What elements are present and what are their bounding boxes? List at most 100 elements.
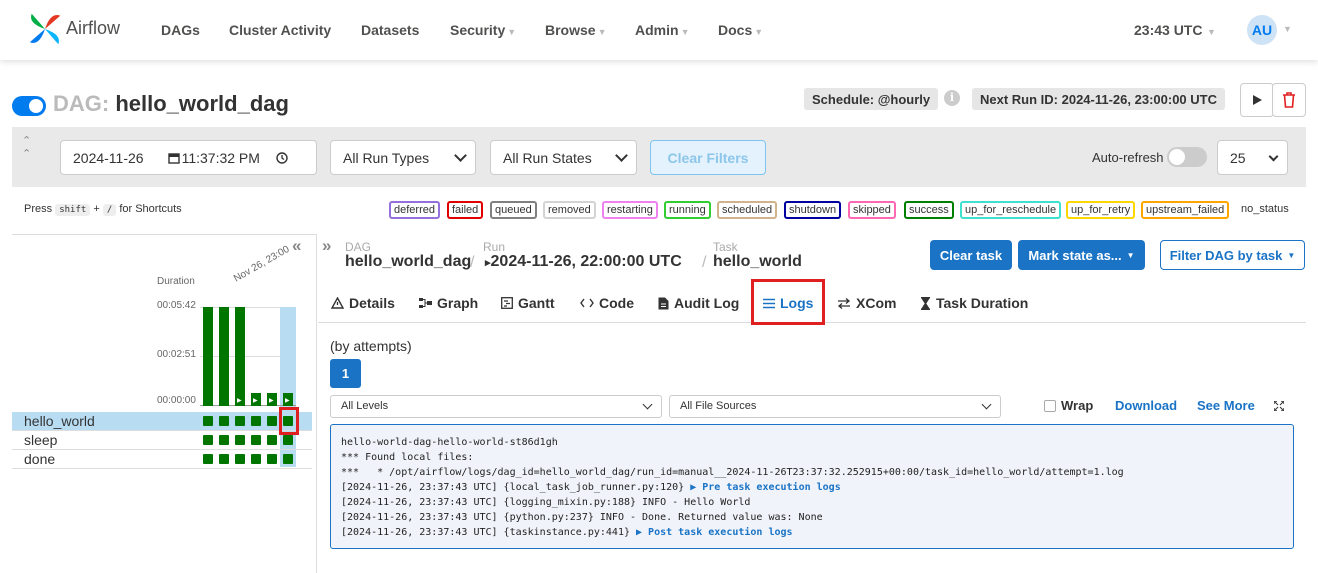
autorefresh-toggle[interactable] <box>1167 147 1207 167</box>
double-chevron-up-icon[interactable]: ⌃ ⌃ <box>22 134 31 160</box>
nav-security[interactable]: Security ▼ <box>450 22 516 38</box>
run-type-select[interactable]: All Run Types <box>330 140 476 175</box>
run-duration-bar[interactable]: ▶ <box>251 393 261 406</box>
nav-browse[interactable]: Browse ▼ <box>545 22 607 38</box>
legend-up-for-retry[interactable]: up_for_retry <box>1066 201 1136 219</box>
delete-dag-button[interactable] <box>1272 83 1306 117</box>
task-instance-cell[interactable] <box>203 416 213 426</box>
code-icon <box>580 298 594 308</box>
tab-task-duration[interactable]: Task Duration <box>920 295 1028 311</box>
log-group-toggle[interactable]: ▶ Pre task execution logs <box>690 482 841 493</box>
nav-dags[interactable]: DAGs <box>161 22 200 38</box>
run-state-select[interactable]: All Run States <box>490 140 637 175</box>
info-icon[interactable]: i <box>944 90 960 106</box>
chevron-down-icon <box>454 149 467 162</box>
chevron-down-icon <box>642 399 653 410</box>
task-instance-cell[interactable] <box>283 454 293 464</box>
task-instance-cell[interactable] <box>251 416 261 426</box>
task-instance-cell[interactable] <box>219 454 229 464</box>
base-date-input[interactable]: 2024-11-26 11:37:32 PM <box>60 140 317 175</box>
task-instance-cell[interactable] <box>267 416 277 426</box>
run-duration-bar[interactable] <box>219 307 229 406</box>
log-line-text: [2024-11-26, 23:37:43 UTC] {logging_mixi… <box>341 497 751 508</box>
legend-failed[interactable]: failed <box>447 201 484 219</box>
legend-upstream-failed[interactable]: upstream_failed <box>1141 201 1230 219</box>
log-output: hello-world-dag-hello-world-st86d1gh *** … <box>330 424 1294 549</box>
legend-scheduled[interactable]: scheduled <box>717 201 778 219</box>
shortcut-press: Press <box>24 203 53 215</box>
nav-admin[interactable]: Admin ▼ <box>635 22 689 38</box>
tab-code[interactable]: Code <box>580 295 634 311</box>
legend-restarting[interactable]: restarting <box>602 201 658 219</box>
breadcrumb-dag[interactable]: hello_world_dag <box>345 253 471 271</box>
legend-shutdown[interactable]: shutdown <box>784 201 842 219</box>
dag-pause-toggle[interactable] <box>12 96 46 116</box>
download-link[interactable]: Download <box>1115 398 1177 413</box>
fullscreen-icon[interactable] <box>1274 401 1284 411</box>
clock-dropdown[interactable]: 23:43 UTC ▼ <box>1134 22 1216 38</box>
legend-no-status[interactable]: no_status <box>1241 203 1289 215</box>
expand-grid-icon[interactable]: » <box>322 236 331 256</box>
legend-up-for-reschedule[interactable]: up_for_reschedule <box>960 201 1062 219</box>
run-duration-bar[interactable]: ▶ <box>235 307 245 406</box>
task-instance-cell[interactable] <box>235 435 245 445</box>
log-source-select[interactable]: All File Sources <box>669 395 1001 418</box>
task-instance-cell[interactable] <box>203 435 213 445</box>
tab-graph-label: Graph <box>437 295 479 311</box>
dag-prefix: DAG: <box>53 91 110 116</box>
clock-icon[interactable] <box>276 151 288 164</box>
airflow-logo-icon[interactable] <box>26 10 64 48</box>
brand-name[interactable]: Airflow <box>66 18 120 39</box>
nav-cluster-activity[interactable]: Cluster Activity <box>229 22 331 38</box>
nav-docs[interactable]: Docs ▼ <box>718 22 763 38</box>
tab-audit-log-label: Audit Log <box>674 295 740 311</box>
nav-datasets[interactable]: Datasets <box>361 22 419 38</box>
slash-key: / <box>102 204 117 216</box>
log-level-select[interactable]: All Levels <box>330 395 662 418</box>
task-instance-cell[interactable] <box>251 454 261 464</box>
clear-task-button[interactable]: Clear task <box>930 240 1012 270</box>
mark-state-button[interactable]: Mark state as... ▼ <box>1018 240 1145 270</box>
trigger-dag-button[interactable] <box>1240 83 1274 117</box>
breadcrumb-run[interactable]: ▸2024-11-26, 22:00:00 UTC <box>485 253 682 271</box>
run-duration-bar[interactable] <box>203 307 213 406</box>
tab-graph[interactable]: Graph <box>419 295 478 311</box>
wrap-label[interactable]: Wrap <box>1061 398 1093 413</box>
schedule-badge: Schedule: @hourly <box>804 88 939 110</box>
legend-skipped[interactable]: skipped <box>848 201 896 219</box>
clear-filters-button[interactable]: Clear Filters <box>650 140 766 175</box>
filter-dag-button[interactable]: Filter DAG by task ▼ <box>1160 240 1305 270</box>
tab-audit-log[interactable]: Audit Log <box>658 295 739 311</box>
shortcut-suffix: for Shortcuts <box>119 203 182 215</box>
run-duration-bar[interactable]: ▶ <box>267 393 277 406</box>
attempt-1-button[interactable]: 1 <box>330 359 361 388</box>
document-icon <box>658 297 669 309</box>
calendar-icon[interactable] <box>167 152 180 164</box>
task-instance-cell[interactable] <box>203 454 213 464</box>
legend-success[interactable]: success <box>904 201 954 219</box>
log-group-toggle[interactable]: ▶ Post task execution logs <box>636 527 793 538</box>
tab-xcom[interactable]: XCom <box>837 295 896 311</box>
task-instance-cell[interactable] <box>235 416 245 426</box>
caret-down-icon[interactable]: ▼ <box>1283 24 1292 34</box>
page-size-select[interactable]: 25 <box>1217 140 1288 175</box>
legend-deferred[interactable]: deferred <box>389 201 440 219</box>
see-more-link[interactable]: See More <box>1197 398 1255 413</box>
tab-gantt[interactable]: Gantt <box>501 295 555 311</box>
user-avatar[interactable]: AU <box>1247 15 1277 45</box>
task-instance-cell[interactable] <box>267 435 277 445</box>
tab-details[interactable]: Details <box>331 295 395 311</box>
breadcrumb-task[interactable]: hello_world <box>713 253 802 271</box>
collapse-grid-icon[interactable]: « <box>292 236 301 256</box>
task-instance-cell[interactable] <box>219 416 229 426</box>
task-instance-cell[interactable] <box>251 435 261 445</box>
legend-running[interactable]: running <box>664 201 711 219</box>
wrap-checkbox[interactable] <box>1044 400 1056 412</box>
legend-queued[interactable]: queued <box>490 201 537 219</box>
run-duration-bar[interactable]: ▶ <box>283 393 293 406</box>
task-instance-cell[interactable] <box>267 454 277 464</box>
task-instance-cell[interactable] <box>283 435 293 445</box>
task-instance-cell[interactable] <box>219 435 229 445</box>
legend-removed[interactable]: removed <box>543 201 596 219</box>
task-instance-cell[interactable] <box>235 454 245 464</box>
